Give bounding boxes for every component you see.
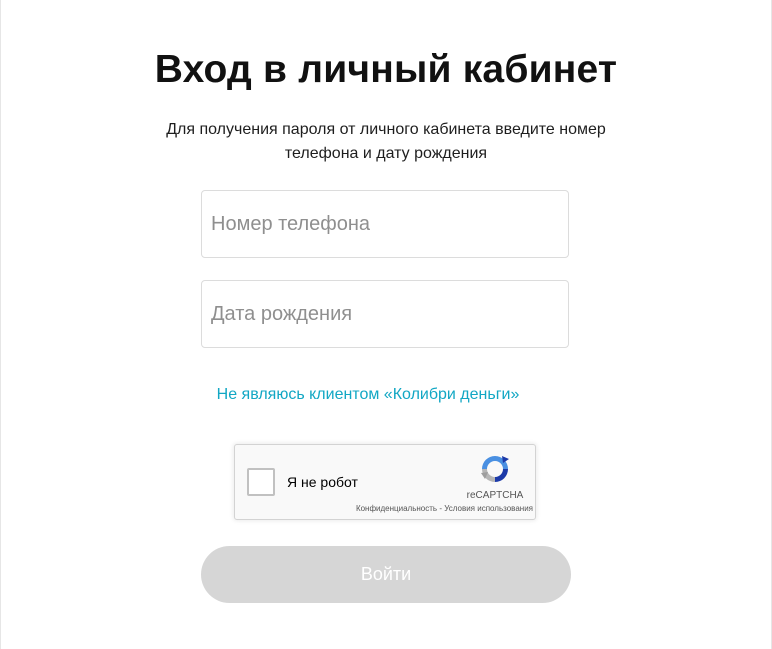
recaptcha-terms-link[interactable]: Условия использования <box>444 504 533 513</box>
phone-input[interactable] <box>202 191 568 257</box>
recaptcha-brand: reCAPTCHA <box>466 490 524 501</box>
login-submit-button[interactable]: Войти <box>201 546 571 603</box>
recaptcha-checkbox[interactable] <box>247 468 275 496</box>
recaptcha-widget: Я не робот reCAPTCHA Конфиденциальность … <box>234 444 536 520</box>
recaptcha-terms: Конфиденциальность - Условия использован… <box>327 504 533 513</box>
phone-field[interactable] <box>201 190 569 258</box>
birthdate-field[interactable] <box>201 280 569 348</box>
page-title: Вход в личный кабинет <box>154 48 618 91</box>
login-page: Вход в личный кабинет Для получения паро… <box>0 0 772 649</box>
page-left-border <box>0 0 1 649</box>
page-subtitle: Для получения пароля от личного кабинета… <box>166 121 606 162</box>
recaptcha-privacy-link[interactable]: Конфиденциальность <box>356 504 437 513</box>
not-client-link-row: Не являюсь клиентом «Колибри деньги» <box>0 386 736 404</box>
recaptcha-logo-icon <box>481 456 509 482</box>
not-client-link[interactable]: Не являюсь клиентом «Колибри деньги» <box>217 386 520 403</box>
birthdate-input[interactable] <box>202 281 568 347</box>
recaptcha-label: Я не робот <box>287 474 358 490</box>
